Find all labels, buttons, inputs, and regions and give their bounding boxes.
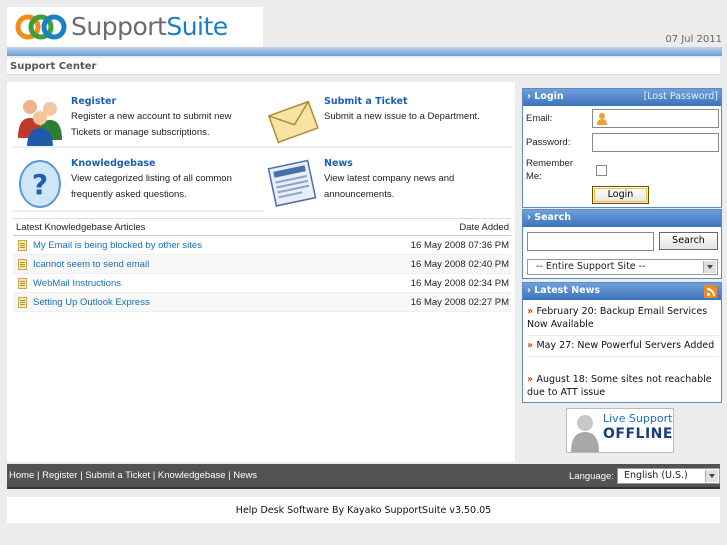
news-item[interactable]: » August 18: Some sites not reachable du… [527, 373, 719, 403]
kb-article-date: 16 May 2008 07:36 PM [410, 240, 509, 251]
table-row: My Email is being blocked by other sites… [13, 236, 511, 255]
language-value: English (U.S.) [624, 470, 688, 481]
live-support-label: Live Support [603, 412, 673, 425]
footer-link-home[interactable]: Home [9, 470, 34, 481]
document-icon [18, 297, 27, 308]
feature-knowledgebase[interactable]: ? Knowledgebase View categorized listing… [7, 150, 252, 208]
news-header: › Latest News [523, 283, 721, 300]
footer-link-register[interactable]: Register [42, 470, 77, 481]
footer-link-knowledgebase[interactable]: Knowledgebase [158, 470, 226, 481]
table-row: Icannot seem to send email 16 May 2008 0… [13, 255, 511, 274]
email-field[interactable] [592, 109, 719, 128]
logo-part1: Support [71, 12, 167, 41]
login-header: › Login [Lost Password] [523, 89, 721, 106]
kb-table-header: Latest Knowledgebase Articles Date Added [13, 218, 511, 236]
password-label: Password: [526, 137, 571, 148]
kb-article-link[interactable]: Setting Up Outlook Express [33, 297, 150, 308]
remember-checkbox[interactable] [596, 165, 607, 176]
support-agent-icon [571, 415, 599, 452]
search-heading-text: Search [534, 212, 572, 223]
password-field[interactable] [592, 133, 719, 152]
current-date: 07 Jul 2011 [665, 34, 722, 45]
document-icon [18, 278, 27, 289]
search-scope-value: -- Entire Support Site -- [536, 261, 646, 272]
kb-article-link[interactable]: My Email is being blocked by other sites [33, 240, 202, 251]
remember-label: Remember Me: [526, 158, 573, 182]
search-scope-select[interactable]: -- Entire Support Site -- [527, 259, 718, 275]
news-item-text[interactable]: February 20: Backup Email Services Now A… [527, 306, 707, 330]
kb-heading: Latest Knowledgebase Articles [16, 222, 146, 233]
search-button[interactable]: Search [659, 232, 718, 250]
question-icon: ? [19, 160, 61, 208]
feature-register[interactable]: Register Register a new account to submi… [7, 88, 252, 148]
logo-icon [15, 14, 67, 40]
divider [13, 146, 511, 148]
feature-knowledgebase-title[interactable]: Knowledgebase [71, 158, 155, 169]
chevron-down-icon [703, 261, 716, 273]
lost-password-link[interactable]: [Lost Password] [644, 91, 718, 102]
news-panel: › Latest News » February 20: Backup Emai… [522, 282, 722, 403]
kb-article-date: 16 May 2008 02:27 PM [410, 297, 509, 308]
login-heading: › Login [527, 91, 564, 102]
feature-news[interactable]: News View latest company news and announ… [260, 150, 505, 208]
footer-nav: Home | Register | Submit a Ticket | Know… [7, 464, 720, 489]
feature-news-title[interactable]: News [324, 158, 353, 169]
login-heading-text: Login [534, 91, 564, 102]
newspaper-icon [267, 159, 317, 207]
kb-articles-table: Latest Knowledgebase Articles Date Added… [13, 218, 511, 312]
feature-submit-ticket-desc: Submit a new issue to a Department. [324, 111, 480, 122]
svg-text:?: ? [32, 168, 48, 201]
document-icon [18, 240, 27, 251]
login-panel: › Login [Lost Password] Email: Password:… [522, 88, 722, 208]
kb-article-link[interactable]: Icannot seem to send email [33, 259, 149, 270]
news-item-text[interactable]: August 18: Some sites not reachable due … [527, 374, 712, 398]
news-item-text[interactable]: May 27: New Powerful Servers Added [536, 340, 714, 351]
chevron-down-icon [705, 470, 718, 482]
header-bar [7, 47, 722, 56]
page-title: Support Center [10, 61, 97, 72]
logo[interactable]: SupportSuite [7, 7, 263, 47]
page-title-strip: Support Center [7, 58, 720, 75]
language-label: Language: [569, 471, 614, 482]
footer-link-news[interactable]: News [233, 470, 257, 481]
search-panel: › Search Search -- Entire Support Site -… [522, 209, 722, 279]
feature-submit-ticket[interactable]: Submit a Ticket Submit a new issue to a … [260, 88, 505, 146]
user-icon [597, 113, 607, 125]
kb-article-link[interactable]: WebMail Instructions [33, 278, 121, 289]
powered-by[interactable]: Help Desk Software By Kayako SupportSuit… [0, 505, 727, 516]
feature-register-title[interactable]: Register [71, 96, 116, 107]
live-support-status: OFFLINE [603, 426, 673, 442]
table-row: Setting Up Outlook Express 16 May 2008 0… [13, 293, 511, 312]
login-button[interactable]: Login [592, 186, 649, 204]
document-icon [18, 259, 27, 270]
users-icon [18, 100, 62, 148]
rss-icon[interactable] [704, 285, 717, 298]
feature-submit-ticket-title[interactable]: Submit a Ticket [324, 96, 408, 107]
envelope-icon [267, 100, 319, 144]
main-content: Register Register a new account to submi… [7, 82, 515, 462]
search-header: › Search [523, 210, 721, 227]
kb-date-heading: Date Added [459, 222, 509, 233]
language-select[interactable]: English (U.S.) [617, 468, 720, 484]
news-item[interactable]: » May 27: New Powerful Servers Added [527, 339, 719, 357]
logo-text: SupportSuite [71, 11, 228, 43]
news-heading-text: Latest News [534, 285, 601, 296]
table-row: WebMail Instructions 16 May 2008 02:34 P… [13, 274, 511, 293]
email-label: Email: [526, 113, 553, 124]
divider [13, 210, 263, 212]
feature-register-desc: Register a new account to submit new Tic… [71, 111, 232, 138]
footer-links: Home | Register | Submit a Ticket | Know… [9, 470, 258, 481]
news-heading: › Latest News [527, 285, 601, 296]
logo-part2: Suite [166, 12, 228, 41]
kb-article-date: 16 May 2008 02:34 PM [410, 278, 509, 289]
news-item[interactable]: » February 20: Backup Email Services Now… [527, 305, 719, 336]
kb-article-date: 16 May 2008 02:40 PM [410, 259, 509, 270]
live-support-badge[interactable]: Live Support OFFLINE [566, 408, 674, 453]
footer-link-submit-ticket[interactable]: Submit a Ticket [85, 470, 150, 481]
feature-news-desc: View latest company news and announcemen… [324, 173, 455, 200]
header: SupportSuite 07 Jul 2011 [0, 0, 727, 60]
feature-knowledgebase-desc: View categorized listing of all common f… [71, 173, 232, 200]
search-input[interactable] [527, 232, 654, 251]
search-heading: › Search [527, 212, 572, 223]
